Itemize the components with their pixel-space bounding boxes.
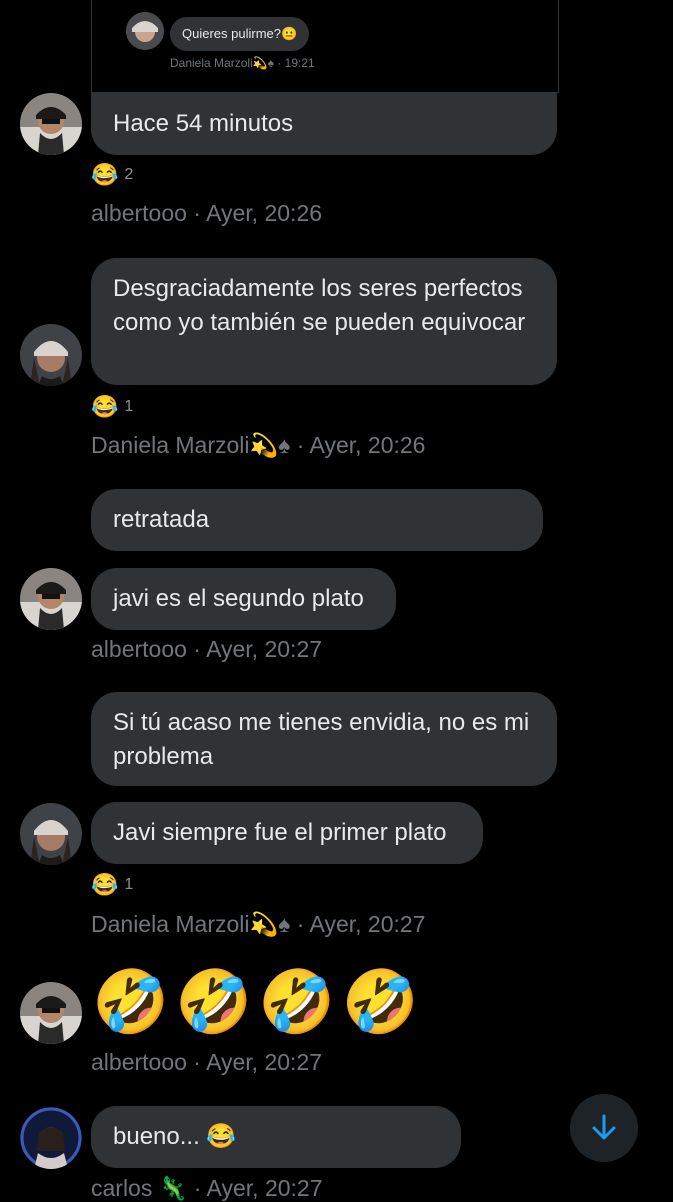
message-meta: albertooo · Ayer, 20:27 [91, 636, 323, 662]
arrow-down-icon [592, 1114, 616, 1140]
reaction-count: 2 [124, 166, 134, 183]
message-bubble[interactable]: Hace 54 minutos [91, 93, 557, 155]
message-text: bueno... 😂 [113, 1123, 237, 1150]
message-text: Si tú acaso me tienes envidia, no es mi … [113, 709, 530, 770]
quoted-message-text: Quieres pulirme?😐 [170, 17, 310, 51]
reaction-count: 1 [124, 876, 134, 893]
message-bubble[interactable]: bueno... 😂 [91, 1106, 461, 1168]
avatar[interactable] [20, 1107, 82, 1169]
message-meta: albertooo · Ayer, 20:27 [91, 1049, 323, 1075]
avatar[interactable] [20, 93, 82, 155]
avatar[interactable] [20, 568, 82, 630]
reaction-badge[interactable]: 😂 2 [91, 160, 133, 190]
reaction-badge[interactable]: 😂 1 [91, 870, 133, 900]
message-bubble[interactable]: retratada [91, 489, 543, 551]
quoted-avatar [126, 12, 164, 50]
joy-emoji-icon: 😂 [91, 394, 119, 419]
joy-emoji-icon: 😂 [91, 872, 119, 897]
reaction-badge[interactable]: 😂 1 [91, 392, 133, 422]
message-bubble[interactable]: javi es el segundo plato [91, 568, 396, 630]
message-bubble[interactable]: Javi siempre fue el primer plato [91, 802, 483, 864]
message-text: Desgraciadamente los seres perfectos com… [113, 275, 526, 336]
message-bubble[interactable]: Si tú acaso me tienes envidia, no es mi … [91, 692, 557, 786]
avatar[interactable] [20, 803, 82, 865]
quoted-message-card[interactable] [91, 0, 559, 93]
message-text: Hace 54 minutos [113, 110, 294, 137]
avatar[interactable] [20, 324, 82, 386]
message-meta: carlos 🦎 · Ayer, 20:27 [91, 1175, 323, 1201]
quoted-message-meta: Daniela Marzoli💫♠ · 19:21 [170, 56, 315, 70]
message-meta: Daniela Marzoli💫♠ · Ayer, 20:26 [91, 432, 426, 458]
message-meta: Daniela Marzoli💫♠ · Ayer, 20:27 [91, 911, 426, 937]
joy-emoji-icon: 😂 [91, 162, 119, 187]
message-meta: albertooo · Ayer, 20:26 [91, 200, 323, 226]
scroll-to-bottom-button[interactable] [570, 1094, 638, 1162]
emoji-message[interactable]: 🤣🤣🤣🤣 [92, 968, 425, 1038]
message-text: Javi siempre fue el primer plato [113, 819, 447, 846]
message-text: javi es el segundo plato [113, 585, 364, 612]
reaction-count: 1 [124, 398, 134, 415]
message-bubble[interactable]: Desgraciadamente los seres perfectos com… [91, 258, 557, 385]
message-text: retratada [113, 506, 210, 533]
avatar[interactable] [20, 982, 82, 1044]
